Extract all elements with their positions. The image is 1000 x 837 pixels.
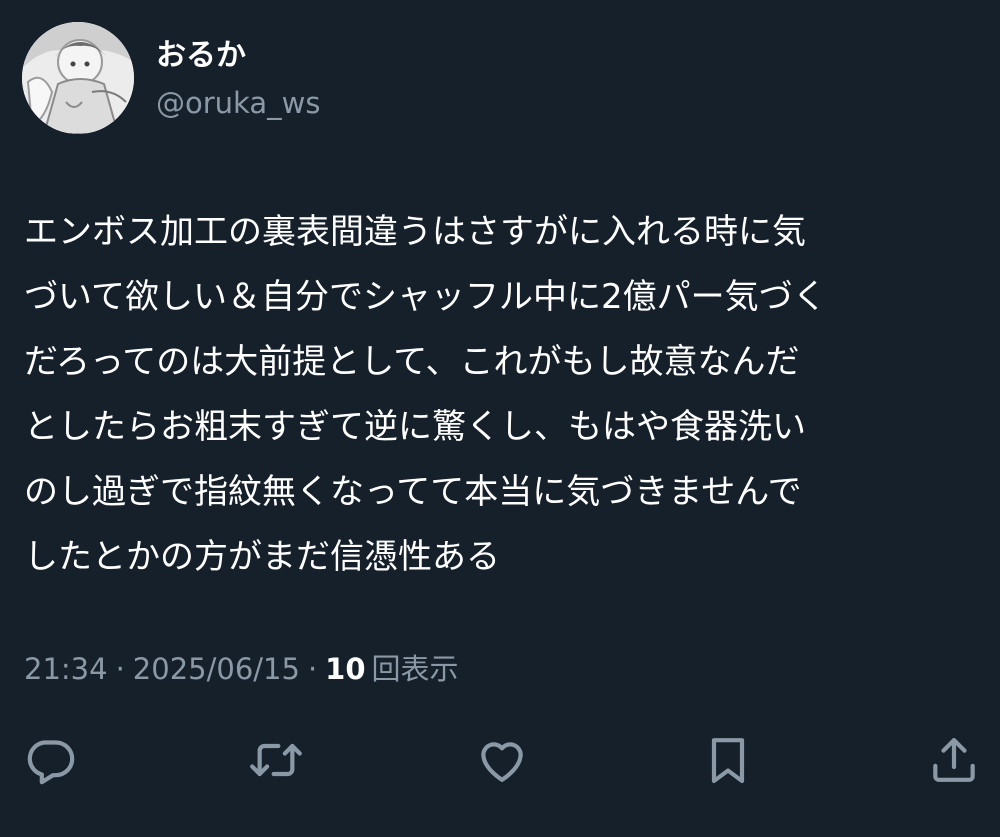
tweet-text: エンボス加工の裏表間違うはさすがに入れる時に気 づいて欲しい＆自分でシャッフル中… xyxy=(24,200,984,590)
meta-separator: · xyxy=(115,652,125,686)
bookmark-icon xyxy=(711,738,745,784)
reply-button[interactable] xyxy=(20,730,80,790)
heart-icon xyxy=(481,742,523,782)
like-button[interactable] xyxy=(472,730,532,790)
views-label: 回表示 xyxy=(371,652,459,686)
tweet-text-line: のし過ぎで指紋無くなってて本当に気づきませんで xyxy=(24,472,802,512)
author-display-name[interactable]: おるか xyxy=(156,36,246,76)
tweet-date[interactable]: 2025/06/15 xyxy=(133,652,300,686)
tweet-text-line: としたらお粗末すぎて逆に驚くし、もはや食器洗い xyxy=(24,407,806,447)
tweet-text-line: エンボス加工の裏表間違うはさすがに入れる時に気 xyxy=(24,212,806,252)
retweet-icon xyxy=(250,743,302,777)
tweet-text-line: したとかの方がまだ信憑性ある xyxy=(24,537,500,577)
tweet-text-line: づいて欲しい＆自分でシャッフル中に2億パー気づく xyxy=(24,277,827,317)
tweet-text-line: だろってのは大前提として、これがもし故意なんだ xyxy=(24,342,800,382)
views-count: 10 xyxy=(325,652,366,686)
author-handle[interactable]: @oruka_ws xyxy=(156,83,320,123)
meta-separator: · xyxy=(307,652,318,686)
tweet-time[interactable]: 21:34 xyxy=(24,652,108,686)
tweet-meta: 21:34 · 2025/06/15 · 10 回表示 xyxy=(24,648,459,690)
share-button[interactable] xyxy=(924,730,984,790)
action-bar xyxy=(0,730,1000,790)
avatar[interactable] xyxy=(22,22,134,134)
avatar-illustration-icon xyxy=(22,22,134,134)
bookmark-button[interactable] xyxy=(698,730,758,790)
share-icon xyxy=(933,738,975,782)
retweet-button[interactable] xyxy=(246,730,306,790)
reply-icon xyxy=(27,740,75,785)
